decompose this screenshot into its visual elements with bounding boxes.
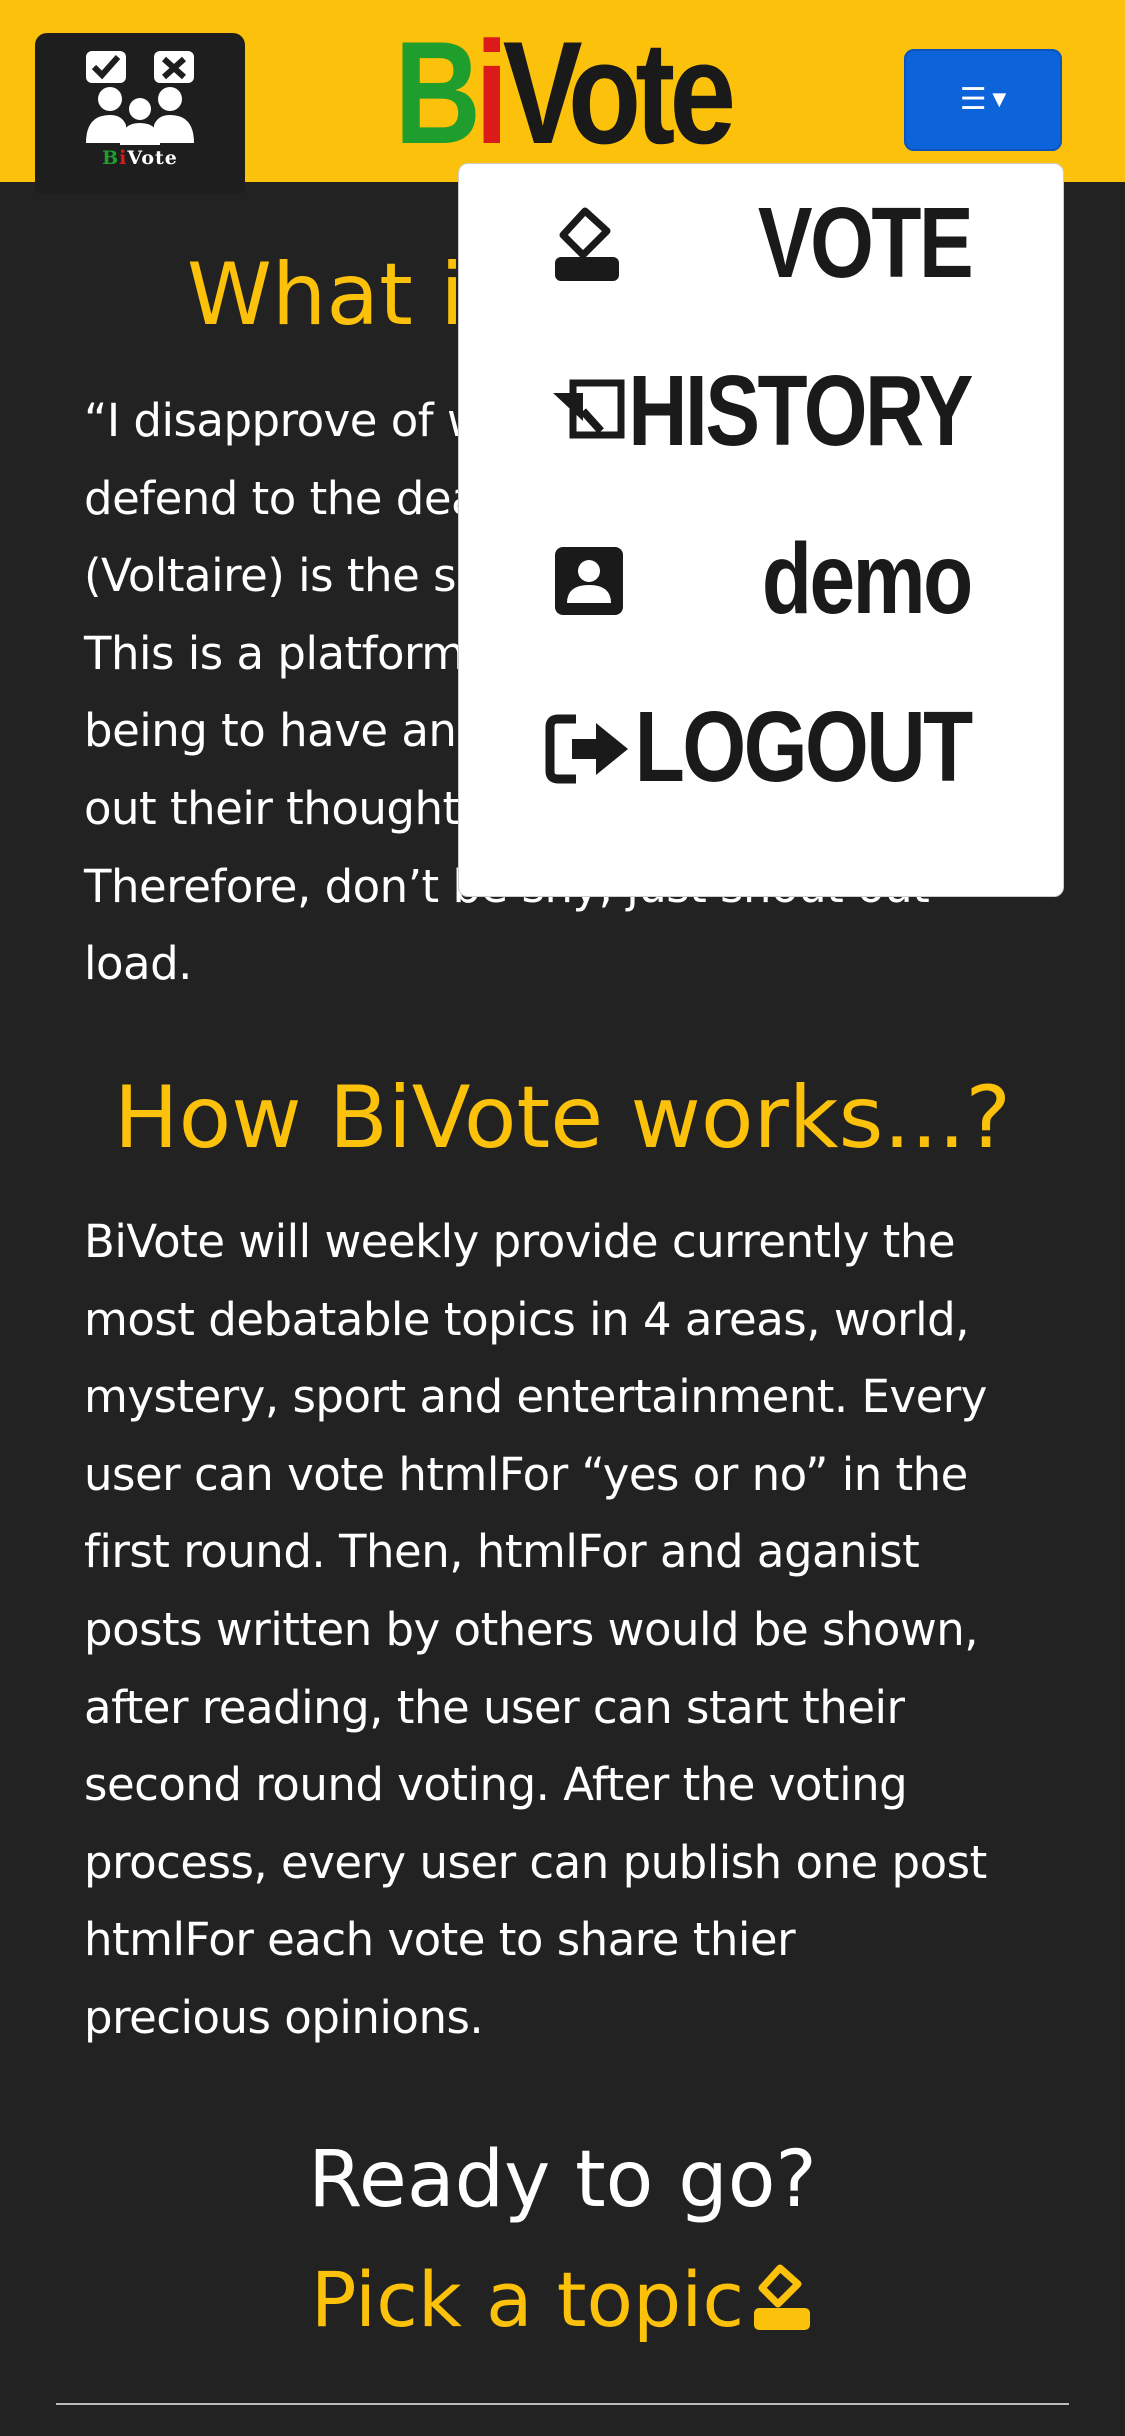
paragraph-line: process, every user can publish one post [84,1835,987,1889]
brand-rest: Vote [502,11,736,174]
menu-item-vote[interactable]: VOTE [459,170,1063,320]
paragraph-line: after reading, the user can start their [84,1680,905,1734]
logo-text: BiVote [35,147,245,169]
paragraph-line: posts written by others would be shown, [84,1602,979,1656]
brand-letter-b: B [394,11,480,174]
paragraph-line: user can vote htmlFor “yes or no” in the [84,1447,968,1501]
history-icon [553,379,625,439]
menu-item-label: VOTE [757,187,974,299]
voters-logo-icon [86,51,194,145]
paragraph-line: mystery, sport and entertainment. Every [84,1370,987,1424]
caret-down-icon: ▼ [986,89,1007,110]
ready-heading: Ready to go? [308,2135,817,2225]
section-how-heading: How BiVote works...? [113,1068,1012,1168]
ballot-box-icon [754,2264,811,2330]
nav-dropdown-menu: VOTE HISTORY demo LOGOUT [458,163,1064,897]
menu-item-label: HISTORY [628,355,973,467]
menu-item-profile[interactable]: demo [459,506,1063,656]
hamburger-icon: ☰ [959,82,987,117]
paragraph-line: BiVote will weekly provide currently the [84,1215,956,1268]
menu-item-history[interactable]: HISTORY [459,338,1063,488]
logo-rest: Vote [127,147,178,169]
paragraph-line: second round voting. After the voting [84,1758,908,1812]
paragraph-line: precious opinions. [84,1990,484,2044]
paragraph-line: most debatable topics in 4 areas, world, [84,1292,970,1346]
paragraph-line: htmlFor each vote to share thier [84,1913,796,1967]
paragraph-line: load. [84,937,192,991]
divider [56,2403,1069,2405]
logo[interactable]: BiVote [35,33,245,193]
pick-topic-link[interactable]: Pick a topic [0,2250,1125,2350]
ballot-box-icon [555,207,619,281]
menu-item-label: demo [762,523,973,635]
section-how-paragraph: BiVote will weekly provide currently the… [84,1203,1046,2057]
menu-item-label: LOGOUT [635,691,973,803]
menu-toggle-button[interactable]: ☰ ▼ [904,49,1062,151]
paragraph-line: first round. Then, htmlFor and aganist [84,1525,920,1579]
pick-topic-label: Pick a topic [310,2255,745,2344]
logout-icon [545,714,628,784]
user-icon [555,547,623,615]
menu-item-logout[interactable]: LOGOUT [459,674,1063,824]
brand-letter-i: i [475,11,508,174]
logo-letter-b: B [102,147,120,169]
